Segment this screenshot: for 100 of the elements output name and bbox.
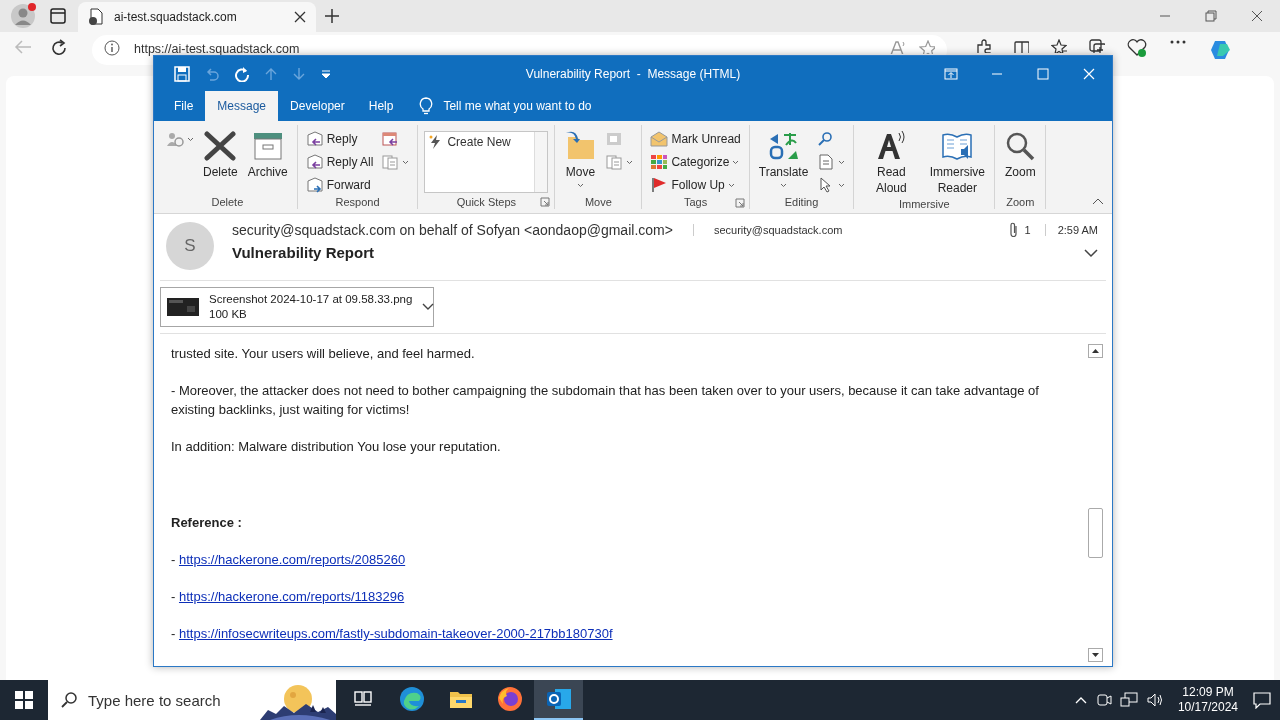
ribbon-button[interactable]: Follow Up (648, 175, 743, 195)
new-tab-icon[interactable] (324, 8, 340, 24)
group-label: Delete (211, 195, 244, 208)
browser-tab[interactable]: ai-test.squadstack.com (78, 2, 316, 32)
favorites-icon[interactable] (1051, 39, 1067, 53)
ribbon-tab[interactable]: File (162, 91, 206, 121)
lightning-icon (429, 135, 442, 149)
save-icon[interactable] (174, 65, 190, 82)
reload-icon[interactable] (50, 39, 68, 57)
bullet-dash: - (171, 626, 176, 641)
windows-icon[interactable] (15, 691, 33, 709)
redo-icon[interactable] (234, 65, 250, 82)
chevron-up-icon[interactable] (1073, 695, 1088, 705)
collections-icon[interactable] (1089, 39, 1105, 53)
reference-link[interactable]: https://hackerone.com/reports/1183296 (178, 589, 405, 604)
profile-icon[interactable] (10, 2, 38, 30)
ribbon-button[interactable]: Reply (303, 129, 376, 149)
caret-icon (727, 182, 735, 188)
subject: Vulnerability Report (232, 244, 374, 261)
folder-icon[interactable] (448, 689, 473, 709)
task-view-icon[interactable] (353, 691, 372, 707)
notifications-icon[interactable] (1252, 691, 1272, 709)
volume-icon[interactable] (1145, 692, 1164, 708)
scroll-up-button[interactable] (1088, 344, 1103, 358)
meet-icon[interactable] (1095, 692, 1112, 708)
down-triangle-icon (1092, 653, 1099, 657)
collapse-icon[interactable] (1092, 197, 1104, 205)
quick-step[interactable]: Create New (425, 132, 535, 192)
restore-icon[interactable] (1205, 10, 1217, 22)
rules-icon (381, 154, 400, 170)
ribbon-button[interactable]: Zoom (1001, 129, 1040, 182)
caret-icon (780, 183, 788, 188)
customize-icon[interactable] (320, 67, 332, 80)
ribbon-button[interactable]: Translate (755, 129, 812, 190)
delete-icon (204, 131, 237, 161)
maximize-icon[interactable] (1037, 67, 1049, 80)
taskbar-app[interactable] (534, 680, 583, 720)
translate-icon (767, 131, 800, 161)
image-thumbnail-icon (167, 298, 199, 316)
recipient: security@squadstack.com (692, 224, 843, 236)
ribbon-display-icon[interactable] (944, 67, 958, 80)
ribbon-button[interactable]: Categorize (648, 152, 743, 172)
star-icon[interactable] (919, 40, 935, 54)
book-icon (941, 131, 974, 161)
scroll-down-button[interactable] (1088, 648, 1103, 662)
more-icon[interactable] (1169, 39, 1187, 45)
search-field[interactable]: Type here to search (86, 690, 240, 710)
close-icon[interactable] (1251, 10, 1263, 22)
document-icon (817, 154, 836, 170)
body-paragraph: - Moreover, the attacker does not need to bother campaigning the subdomain that has been taken over to your users, because it can take advantage of existing backlinks, just waiting for victims! (171, 382, 1040, 419)
firefox-icon[interactable] (496, 686, 523, 712)
extensions-icon[interactable] (975, 39, 991, 53)
chevron-down-icon[interactable] (422, 303, 435, 311)
ribbon-button[interactable]: Move (561, 129, 600, 190)
ribbon-button[interactable]: Read Aloud (860, 129, 923, 198)
reply-icon (305, 131, 324, 147)
avatar: S (166, 222, 214, 270)
ribbon-button[interactable]: Forward (303, 175, 376, 195)
dialog-launcher-icon[interactable] (540, 197, 551, 207)
ribbon-button[interactable]: Reply All (303, 152, 376, 172)
attachment-count: 1 (1024, 224, 1031, 236)
expand-icon[interactable] (1084, 247, 1098, 258)
window-title: Vulnerability Report - Message (HTML) (525, 66, 741, 81)
reference-link[interactable]: https://hackerone.com/reports/2085260 (178, 552, 406, 567)
reference-link[interactable]: https://infosecwriteups.com/fastly-subdomain-takeover-2000-217bb180730f (178, 626, 613, 641)
ribbon-button[interactable]: Mark Unread (648, 129, 743, 149)
section-heading: Reference : (171, 514, 243, 532)
tell-me-box[interactable]: Tell me what you want to do (419, 91, 592, 121)
group-label: Immersive (898, 198, 950, 210)
search-box[interactable]: Type here to search (48, 680, 336, 720)
copilot-icon[interactable] (1209, 39, 1233, 61)
read-aloud-icon[interactable] (889, 40, 905, 54)
reply-icon (305, 154, 324, 170)
group-label: Editing (784, 196, 819, 208)
ribbon-tab[interactable]: Help (356, 91, 406, 121)
lightbulb-icon (419, 97, 434, 115)
ribbon-button[interactable]: Delete (200, 129, 241, 182)
clock[interactable]: 12:09 PM 10/17/2024 (1177, 685, 1238, 715)
network-icon[interactable] (1119, 692, 1138, 708)
group-label: Move (584, 195, 612, 208)
close-icon[interactable] (294, 11, 306, 23)
ribbon-tab[interactable]: Developer (278, 91, 357, 121)
outlook-icon[interactable] (545, 687, 572, 711)
ribbon-button[interactable]: Immersive Reader (926, 129, 989, 198)
bullet-dash: - (171, 552, 176, 567)
attachment[interactable]: Screenshot 2024-10-17 at 09.58.33.png 100 KB (160, 287, 434, 327)
dialog-launcher-icon[interactable] (734, 198, 745, 208)
paperclip-icon (1008, 222, 1019, 238)
ribbon-button[interactable]: Archive (244, 129, 291, 182)
categorize-icon (650, 154, 669, 170)
scrollbar-thumb[interactable] (1088, 508, 1103, 558)
page-icon (88, 8, 104, 26)
ribbon-tab[interactable]: Message (205, 91, 279, 121)
rules-icon (605, 154, 624, 170)
envelope-icon (650, 131, 669, 147)
split-screen-icon[interactable] (1013, 39, 1029, 53)
edge-icon[interactable] (398, 686, 425, 712)
onenote-icon (605, 131, 624, 147)
archive-icon (251, 131, 284, 161)
health-icon[interactable] (1127, 39, 1147, 57)
